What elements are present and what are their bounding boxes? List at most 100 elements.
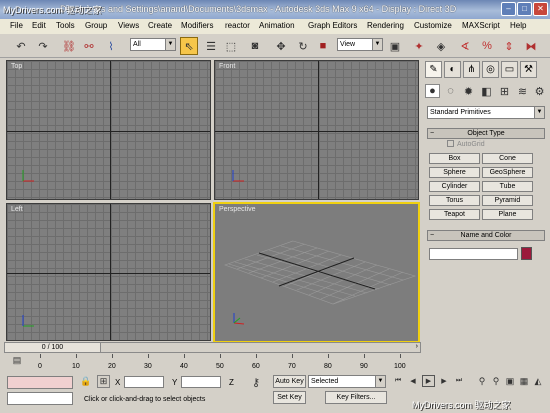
key-icon[interactable]: ⚷: [248, 376, 264, 389]
selection-filter-dropdown[interactable]: All ▼: [130, 38, 176, 51]
lights-icon[interactable]: ✹: [461, 84, 476, 98]
object-color-swatch[interactable]: [521, 247, 532, 260]
box-button[interactable]: Box: [429, 153, 480, 164]
select-and-move-icon[interactable]: ✥: [272, 37, 290, 55]
viewport-left[interactable]: Left: [6, 203, 211, 341]
next-frame-icon[interactable]: ▶: [438, 375, 450, 387]
create-tab-icon[interactable]: ✎: [425, 61, 442, 78]
display-tab-icon[interactable]: ▭: [501, 61, 518, 78]
viewport-label-front[interactable]: Front: [219, 63, 235, 70]
use-pivot-center-icon[interactable]: ▣: [386, 37, 404, 55]
motion-tab-icon[interactable]: ◎: [482, 61, 499, 78]
menu-views[interactable]: Views: [118, 21, 139, 30]
play-icon[interactable]: ▶: [422, 375, 435, 387]
teapot-button[interactable]: Teapot: [429, 209, 480, 220]
menu-animation[interactable]: Animation: [259, 21, 295, 30]
torus-button[interactable]: Torus: [429, 195, 480, 206]
close-button[interactable]: ✕: [533, 2, 548, 16]
spinner-snap-icon[interactable]: ⇕: [500, 37, 518, 55]
angle-snap-icon[interactable]: ∢: [456, 37, 474, 55]
previous-frame-icon[interactable]: ◀: [407, 375, 419, 387]
plane-button[interactable]: Plane: [482, 209, 533, 220]
select-by-name-icon[interactable]: ☰: [202, 37, 220, 55]
cameras-icon[interactable]: ◧: [479, 84, 494, 98]
minimize-button[interactable]: –: [501, 2, 516, 16]
field-of-view-icon[interactable]: ◭: [532, 375, 544, 387]
autogrid-checkbox[interactable]: AutoGrid: [447, 140, 485, 148]
menu-tools[interactable]: Tools: [56, 21, 75, 30]
menu-create[interactable]: Create: [148, 21, 172, 30]
menu-help[interactable]: Help: [510, 21, 526, 30]
reference-coordinate-dropdown[interactable]: View ▼: [337, 38, 383, 51]
viewport-perspective[interactable]: Perspective: [213, 202, 420, 343]
x-coordinate-field[interactable]: [124, 376, 164, 388]
menu-customize[interactable]: Customize: [414, 21, 452, 30]
absolute-mode-icon[interactable]: ⊞: [97, 375, 110, 388]
select-and-rotate-icon[interactable]: ↻: [294, 37, 312, 55]
viewport-front[interactable]: Front: [214, 60, 419, 200]
zoom-extents-icon[interactable]: ▣: [504, 375, 516, 387]
helpers-icon[interactable]: ⊞: [497, 84, 512, 98]
viewport-label-top[interactable]: Top: [11, 63, 22, 70]
percent-snap-icon[interactable]: %: [478, 37, 496, 55]
key-filters-button[interactable]: Key Filters...: [325, 391, 387, 404]
maxscript-input-field[interactable]: [7, 392, 73, 405]
menu-group[interactable]: Group: [85, 21, 107, 30]
zoom-icon[interactable]: ⚲: [476, 375, 488, 387]
y-coordinate-field[interactable]: [181, 376, 221, 388]
time-slider-thumb[interactable]: 0 / 100: [5, 343, 101, 352]
go-to-end-icon[interactable]: ⏭: [453, 375, 465, 387]
menu-edit[interactable]: Edit: [32, 21, 46, 30]
sphere-button[interactable]: Sphere: [429, 167, 480, 178]
menu-file[interactable]: File: [10, 21, 23, 30]
select-and-manipulate-icon[interactable]: ✦: [410, 37, 428, 55]
select-object-icon[interactable]: ⇖: [180, 37, 198, 55]
go-to-start-icon[interactable]: ⏮: [392, 375, 404, 387]
menu-graph-editors[interactable]: Graph Editors: [308, 21, 357, 30]
space-warps-icon[interactable]: ≋: [515, 84, 530, 98]
menu-reactor[interactable]: reactor: [225, 21, 250, 30]
rectangular-region-icon[interactable]: ⬚: [222, 37, 240, 55]
utilities-tab-icon[interactable]: ⚒: [520, 61, 537, 78]
hierarchy-tab-icon[interactable]: ⋔: [463, 61, 480, 78]
track-bar[interactable]: ▤ 0 10 20 30 40 50 60 70 80 90 100: [4, 354, 421, 372]
primitive-type-dropdown[interactable]: Standard Primitives ▼: [427, 106, 545, 119]
viewport-top[interactable]: Top: [6, 60, 211, 200]
zoom-extents-all-icon[interactable]: ▦: [518, 375, 530, 387]
zoom-all-icon[interactable]: ⚲: [490, 375, 502, 387]
undo-icon[interactable]: ↶: [12, 37, 30, 55]
viewport-label-left[interactable]: Left: [11, 206, 23, 213]
select-and-scale-icon[interactable]: ■: [314, 37, 332, 55]
menu-modifiers[interactable]: Modifiers: [181, 21, 213, 30]
menu-maxscript[interactable]: MAXScript: [462, 21, 500, 30]
cylinder-button[interactable]: Cylinder: [429, 181, 480, 192]
pyramid-button[interactable]: Pyramid: [482, 195, 533, 206]
menu-rendering[interactable]: Rendering: [367, 21, 404, 30]
set-key-button[interactable]: Set Key: [273, 391, 306, 404]
chevron-right-icon[interactable]: ›: [416, 343, 418, 350]
shapes-icon[interactable]: ◌: [443, 84, 458, 98]
object-type-rollout[interactable]: − Object Type: [427, 128, 545, 139]
snaps-toggle-icon[interactable]: ◈: [432, 37, 450, 55]
bind-space-warp-icon[interactable]: ⌇: [102, 37, 120, 55]
systems-icon[interactable]: ⚙: [532, 84, 547, 98]
cone-button[interactable]: Cone: [482, 153, 533, 164]
object-name-field[interactable]: [429, 248, 518, 260]
modify-tab-icon[interactable]: ◐: [444, 61, 461, 78]
auto-key-button[interactable]: Auto Key: [273, 375, 306, 388]
mirror-icon[interactable]: ⧓: [522, 37, 540, 55]
open-mini-curve-editor-icon[interactable]: ▤: [10, 354, 24, 366]
redo-icon[interactable]: ↷: [34, 37, 52, 55]
maximize-button[interactable]: □: [517, 2, 532, 16]
tube-button[interactable]: Tube: [482, 181, 533, 192]
window-crossing-icon[interactable]: ◙: [246, 37, 264, 55]
select-and-link-icon[interactable]: ⛓: [60, 37, 78, 55]
unlink-icon[interactable]: ⚯: [80, 37, 98, 55]
name-and-color-rollout[interactable]: − Name and Color: [427, 230, 545, 241]
maxscript-listener-field[interactable]: [7, 376, 73, 389]
lock-selection-icon[interactable]: 🔒: [80, 375, 92, 388]
geometry-icon[interactable]: ●: [425, 84, 440, 98]
time-slider[interactable]: 0 / 100 ›: [4, 342, 421, 353]
geosphere-button[interactable]: GeoSphere: [482, 167, 533, 178]
key-mode-dropdown[interactable]: Selected ▼: [308, 375, 386, 388]
